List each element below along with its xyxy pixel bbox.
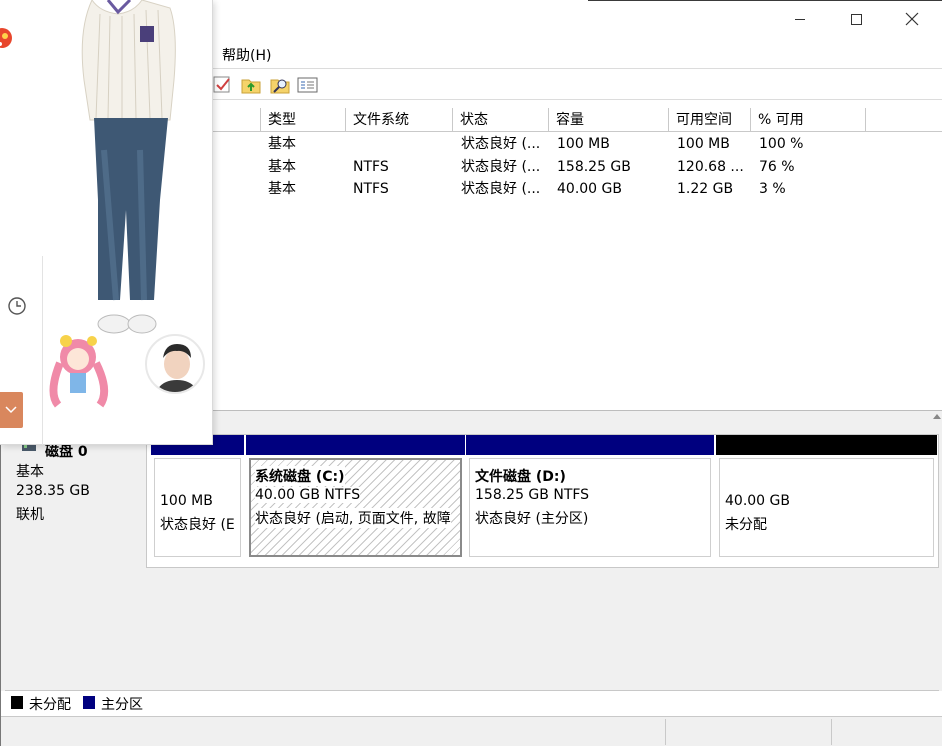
partition-body: 文件磁盘 (D:) 158.25 GB NTFS 状态良好 (主分区) bbox=[469, 458, 711, 557]
status-divider bbox=[831, 719, 832, 745]
character-illustration bbox=[81, 0, 176, 334]
properties-icon[interactable] bbox=[297, 75, 318, 95]
dropdown-toggle[interactable] bbox=[0, 392, 23, 428]
avatar[interactable] bbox=[145, 334, 205, 394]
partition-bar bbox=[466, 435, 714, 455]
volume-capacity: 158.25 GB bbox=[557, 159, 631, 175]
title-accent-line bbox=[588, 0, 942, 1]
partition-recovery[interactable]: 100 MB 状态良好 (E bbox=[151, 435, 244, 561]
column-header-free-space[interactable]: 可用空间 bbox=[668, 108, 751, 132]
legend-label-primary: 主分区 bbox=[101, 697, 143, 713]
chevron-down-icon bbox=[4, 406, 17, 414]
partition-unallocated[interactable]: 40.00 GB 未分配 bbox=[716, 435, 937, 561]
partition-status: 未分配 bbox=[725, 517, 767, 533]
volume-free-space: 120.68 ... bbox=[677, 159, 744, 175]
partition-size: 158.25 GB NTFS bbox=[475, 487, 590, 503]
partition-body: 100 MB 状态良好 (E bbox=[154, 458, 241, 557]
volume-status: 状态良好 (... bbox=[461, 136, 541, 152]
column-header-filler bbox=[865, 108, 942, 132]
volume-status: 状态良好 (... bbox=[461, 181, 541, 197]
volume-capacity: 100 MB bbox=[557, 136, 610, 152]
volume-type: 基本 bbox=[268, 181, 296, 197]
partition-body: 40.00 GB 未分配 bbox=[719, 458, 934, 557]
partition-title: 系统磁盘 (C:) bbox=[255, 466, 345, 486]
legend-label-unallocated: 未分配 bbox=[29, 697, 71, 713]
disk-map-area: 磁盘 0 基本 238.35 GB 联机 100 MB 状态良好 (E 系统磁盘… bbox=[1, 426, 942, 691]
volume-percent-free: 76 % bbox=[759, 159, 795, 175]
overlay-app-window[interactable] bbox=[0, 0, 213, 445]
disk-state: 联机 bbox=[16, 507, 44, 523]
check-icon[interactable] bbox=[212, 75, 232, 95]
partition-size: 40.00 GB bbox=[725, 493, 790, 509]
volume-type: 基本 bbox=[268, 159, 296, 175]
disk-type: 基本 bbox=[16, 464, 44, 480]
upload-folder-icon[interactable] bbox=[241, 75, 261, 95]
minimize-button[interactable] bbox=[777, 4, 823, 34]
volume-percent-free: 3 % bbox=[759, 181, 786, 197]
legend-swatch-unallocated bbox=[11, 696, 23, 709]
volume-free-space: 1.22 GB bbox=[677, 181, 734, 197]
column-header-type[interactable]: 类型 bbox=[260, 108, 346, 132]
column-header-filesystem[interactable]: 文件系统 bbox=[345, 108, 453, 132]
partition-size: 40.00 GB NTFS bbox=[255, 487, 361, 503]
status-divider bbox=[665, 719, 666, 745]
volume-percent-free: 100 % bbox=[759, 136, 804, 152]
disk-size: 238.35 GB bbox=[16, 483, 90, 499]
partition-status: 状态良好 (主分区) bbox=[475, 511, 589, 527]
column-header-status[interactable]: 状态 bbox=[452, 108, 549, 132]
volume-status: 状态良好 (... bbox=[461, 159, 541, 175]
partition-status: 状态良好 (E bbox=[160, 517, 235, 533]
partition-bar bbox=[246, 435, 465, 455]
search-folder-icon[interactable] bbox=[270, 75, 290, 95]
legend: 未分配 主分区 bbox=[5, 690, 939, 714]
chibi-character-icon[interactable] bbox=[40, 333, 120, 408]
volume-type: 基本 bbox=[268, 136, 296, 152]
menu-help[interactable]: 帮助(H) bbox=[222, 45, 271, 65]
mascot-icon[interactable] bbox=[0, 22, 16, 62]
legend-swatch-primary bbox=[83, 696, 95, 709]
volume-capacity: 40.00 GB bbox=[557, 181, 622, 197]
column-header-capacity[interactable]: 容量 bbox=[548, 108, 669, 132]
volume-filesystem: NTFS bbox=[353, 159, 389, 175]
status-bar bbox=[1, 716, 942, 746]
volume-filesystem: NTFS bbox=[353, 181, 389, 197]
partition-size: 100 MB bbox=[160, 493, 213, 509]
maximize-icon bbox=[851, 14, 862, 25]
close-button[interactable] bbox=[889, 4, 935, 34]
disk-label[interactable]: 磁盘 0 基本 238.35 GB 联机 bbox=[5, 434, 147, 568]
volume-free-space: 100 MB bbox=[677, 136, 730, 152]
maximize-button[interactable] bbox=[833, 4, 879, 34]
clock-icon[interactable] bbox=[7, 296, 27, 320]
partition-c[interactable]: 系统磁盘 (C:) 40.00 GB NTFS 状态良好 (启动, 页面文件, … bbox=[246, 435, 465, 561]
minimize-icon bbox=[795, 19, 805, 20]
partition-d[interactable]: 文件磁盘 (D:) 158.25 GB NTFS 状态良好 (主分区) bbox=[466, 435, 714, 561]
scroll-up-arrow-icon[interactable] bbox=[933, 414, 941, 419]
column-header-percent-free[interactable]: % 可用 bbox=[750, 108, 866, 132]
partition-title: 文件磁盘 (D:) bbox=[475, 469, 566, 485]
close-icon bbox=[905, 12, 919, 26]
partition-bar bbox=[716, 435, 937, 455]
partition-status: 状态良好 (启动, 页面文件, 故障 bbox=[255, 508, 451, 528]
partition-body: 系统磁盘 (C:) 40.00 GB NTFS 状态良好 (启动, 页面文件, … bbox=[249, 458, 462, 557]
